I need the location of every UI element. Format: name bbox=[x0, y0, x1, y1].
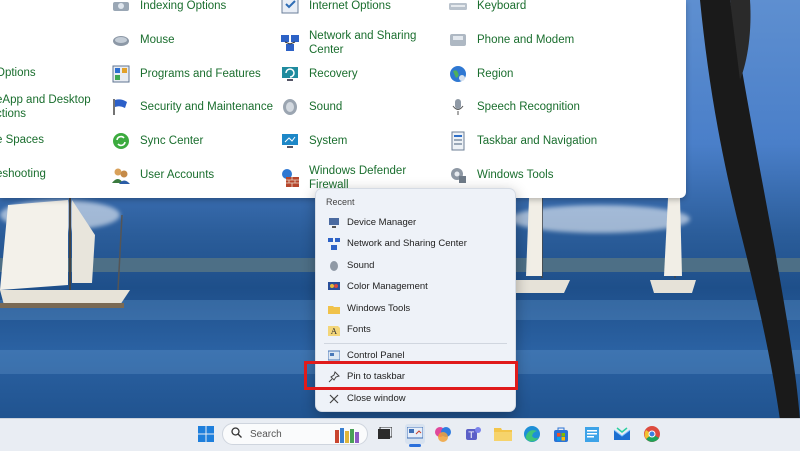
cp-sound[interactable]: Sound bbox=[279, 96, 342, 118]
taskbar-icon bbox=[447, 130, 469, 152]
jumplist-section-recent: Recent bbox=[326, 197, 355, 207]
cp-sync-center[interactable]: Sync Center bbox=[110, 130, 203, 152]
svg-text:A: A bbox=[330, 327, 337, 336]
cp-internet-options[interactable]: Internet Options bbox=[279, 0, 391, 17]
cp-indexing-options[interactable]: Indexing Options bbox=[110, 0, 226, 17]
cp-region[interactable]: Region bbox=[447, 63, 513, 85]
notepad-icon bbox=[585, 427, 599, 442]
folder-icon bbox=[494, 428, 512, 441]
teams-icon: T bbox=[466, 427, 481, 441]
fonts-icon: A bbox=[328, 324, 340, 336]
taskbar-file-explorer-button[interactable] bbox=[493, 424, 513, 444]
programs-icon bbox=[110, 63, 132, 85]
mail-icon bbox=[613, 427, 631, 440]
search-icon bbox=[231, 427, 242, 441]
cp-network-sharing[interactable]: Network and Sharing Center bbox=[279, 29, 424, 57]
taskbar-notepad-button[interactable] bbox=[582, 424, 602, 444]
windows-logo-icon bbox=[198, 426, 214, 442]
internet-options-icon bbox=[279, 0, 301, 17]
cp-recovery[interactable]: Recovery bbox=[279, 63, 358, 85]
jumplist-item-sound[interactable]: Sound bbox=[316, 255, 515, 276]
speaker-icon bbox=[328, 260, 340, 272]
cp-troubleshooting-partial[interactable]: eshooting bbox=[0, 167, 46, 181]
taskbar-store-button[interactable] bbox=[551, 424, 571, 444]
jumplist-item-network-sharing[interactable]: Network and Sharing Center bbox=[316, 233, 515, 254]
jumplist-item-device-manager[interactable]: Device Manager bbox=[316, 212, 515, 233]
search-highlight-books-icon bbox=[335, 428, 359, 443]
taskbar bbox=[0, 418, 800, 451]
cp-keyboard[interactable]: Keyboard bbox=[447, 0, 526, 17]
users-icon bbox=[110, 164, 132, 186]
cp-phone-modem[interactable]: Phone and Modem bbox=[447, 29, 574, 51]
task-view-button[interactable] bbox=[375, 424, 395, 444]
search-label: Search bbox=[250, 428, 282, 440]
sailboat-middle bbox=[512, 198, 570, 293]
active-app-indicator bbox=[409, 444, 421, 447]
control-panel-icon bbox=[328, 350, 340, 362]
sailboat-left bbox=[0, 195, 130, 308]
cp-windows-tools[interactable]: Windows Tools bbox=[447, 164, 554, 186]
firewall-icon bbox=[279, 167, 301, 189]
system-icon bbox=[279, 130, 301, 152]
gear-icon bbox=[447, 164, 469, 186]
recovery-icon bbox=[279, 63, 301, 85]
taskbar-edge-button[interactable] bbox=[522, 424, 542, 444]
store-icon bbox=[554, 427, 568, 442]
cp-remoteapp-partial[interactable]: eApp and Desktop ctions bbox=[0, 93, 91, 121]
cp-programs-features[interactable]: Programs and Features bbox=[110, 63, 261, 85]
svg-text:T: T bbox=[468, 431, 475, 441]
cp-storage-spaces-partial[interactable]: e Spaces bbox=[0, 133, 44, 147]
taskbar-search[interactable]: Search bbox=[222, 423, 368, 445]
taskbar-mail-button[interactable] bbox=[612, 424, 632, 444]
chrome-icon bbox=[644, 426, 660, 442]
magnifier-icon bbox=[110, 0, 132, 17]
jumplist-item-color-management[interactable]: Color Management bbox=[316, 276, 515, 297]
control-panel-icon bbox=[407, 427, 423, 439]
taskbar-chrome-button[interactable] bbox=[642, 424, 662, 444]
phone-modem-icon bbox=[447, 29, 469, 51]
globe-icon bbox=[447, 63, 469, 85]
cp-user-accounts[interactable]: User Accounts bbox=[110, 164, 214, 186]
jumplist-item-fonts[interactable]: A Fonts bbox=[316, 319, 515, 340]
cp-system[interactable]: System bbox=[279, 130, 347, 152]
jumplist-divider bbox=[324, 343, 507, 344]
control-panel-window: Indexing Options Internet Options Keyboa… bbox=[0, 0, 686, 198]
palm-tree bbox=[700, 0, 800, 420]
network-icon bbox=[328, 237, 340, 250]
taskbar-control-panel-button[interactable] bbox=[405, 424, 425, 444]
taskbar-copilot-button[interactable] bbox=[433, 424, 453, 444]
sync-icon bbox=[110, 130, 132, 152]
microphone-icon bbox=[447, 96, 469, 118]
mouse-icon bbox=[110, 29, 132, 51]
taskbar-teams-button[interactable]: T bbox=[463, 424, 483, 444]
color-management-icon bbox=[328, 281, 340, 293]
keyboard-icon bbox=[447, 0, 469, 17]
device-manager-icon bbox=[328, 217, 340, 229]
cp-taskbar-navigation[interactable]: Taskbar and Navigation bbox=[447, 130, 597, 152]
edge-icon bbox=[524, 426, 540, 442]
highlight-annotation bbox=[304, 361, 518, 390]
network-icon bbox=[279, 32, 301, 54]
speaker-icon bbox=[279, 96, 301, 118]
cp-speech-recognition[interactable]: Speech Recognition bbox=[447, 96, 580, 118]
folder-icon bbox=[328, 303, 340, 315]
copilot-icon bbox=[435, 427, 451, 442]
jumplist-item-windows-tools[interactable]: Windows Tools bbox=[316, 298, 515, 319]
flag-icon bbox=[110, 96, 132, 118]
start-button[interactable] bbox=[196, 424, 216, 444]
jumplist-item-close-window[interactable]: Close window bbox=[316, 388, 515, 409]
cp-mouse[interactable]: Mouse bbox=[110, 29, 175, 51]
close-icon bbox=[328, 393, 340, 405]
task-view-icon bbox=[378, 427, 392, 439]
cp-options-partial[interactable]: Options bbox=[0, 66, 36, 80]
cp-security-maintenance[interactable]: Security and Maintenance bbox=[110, 96, 273, 118]
